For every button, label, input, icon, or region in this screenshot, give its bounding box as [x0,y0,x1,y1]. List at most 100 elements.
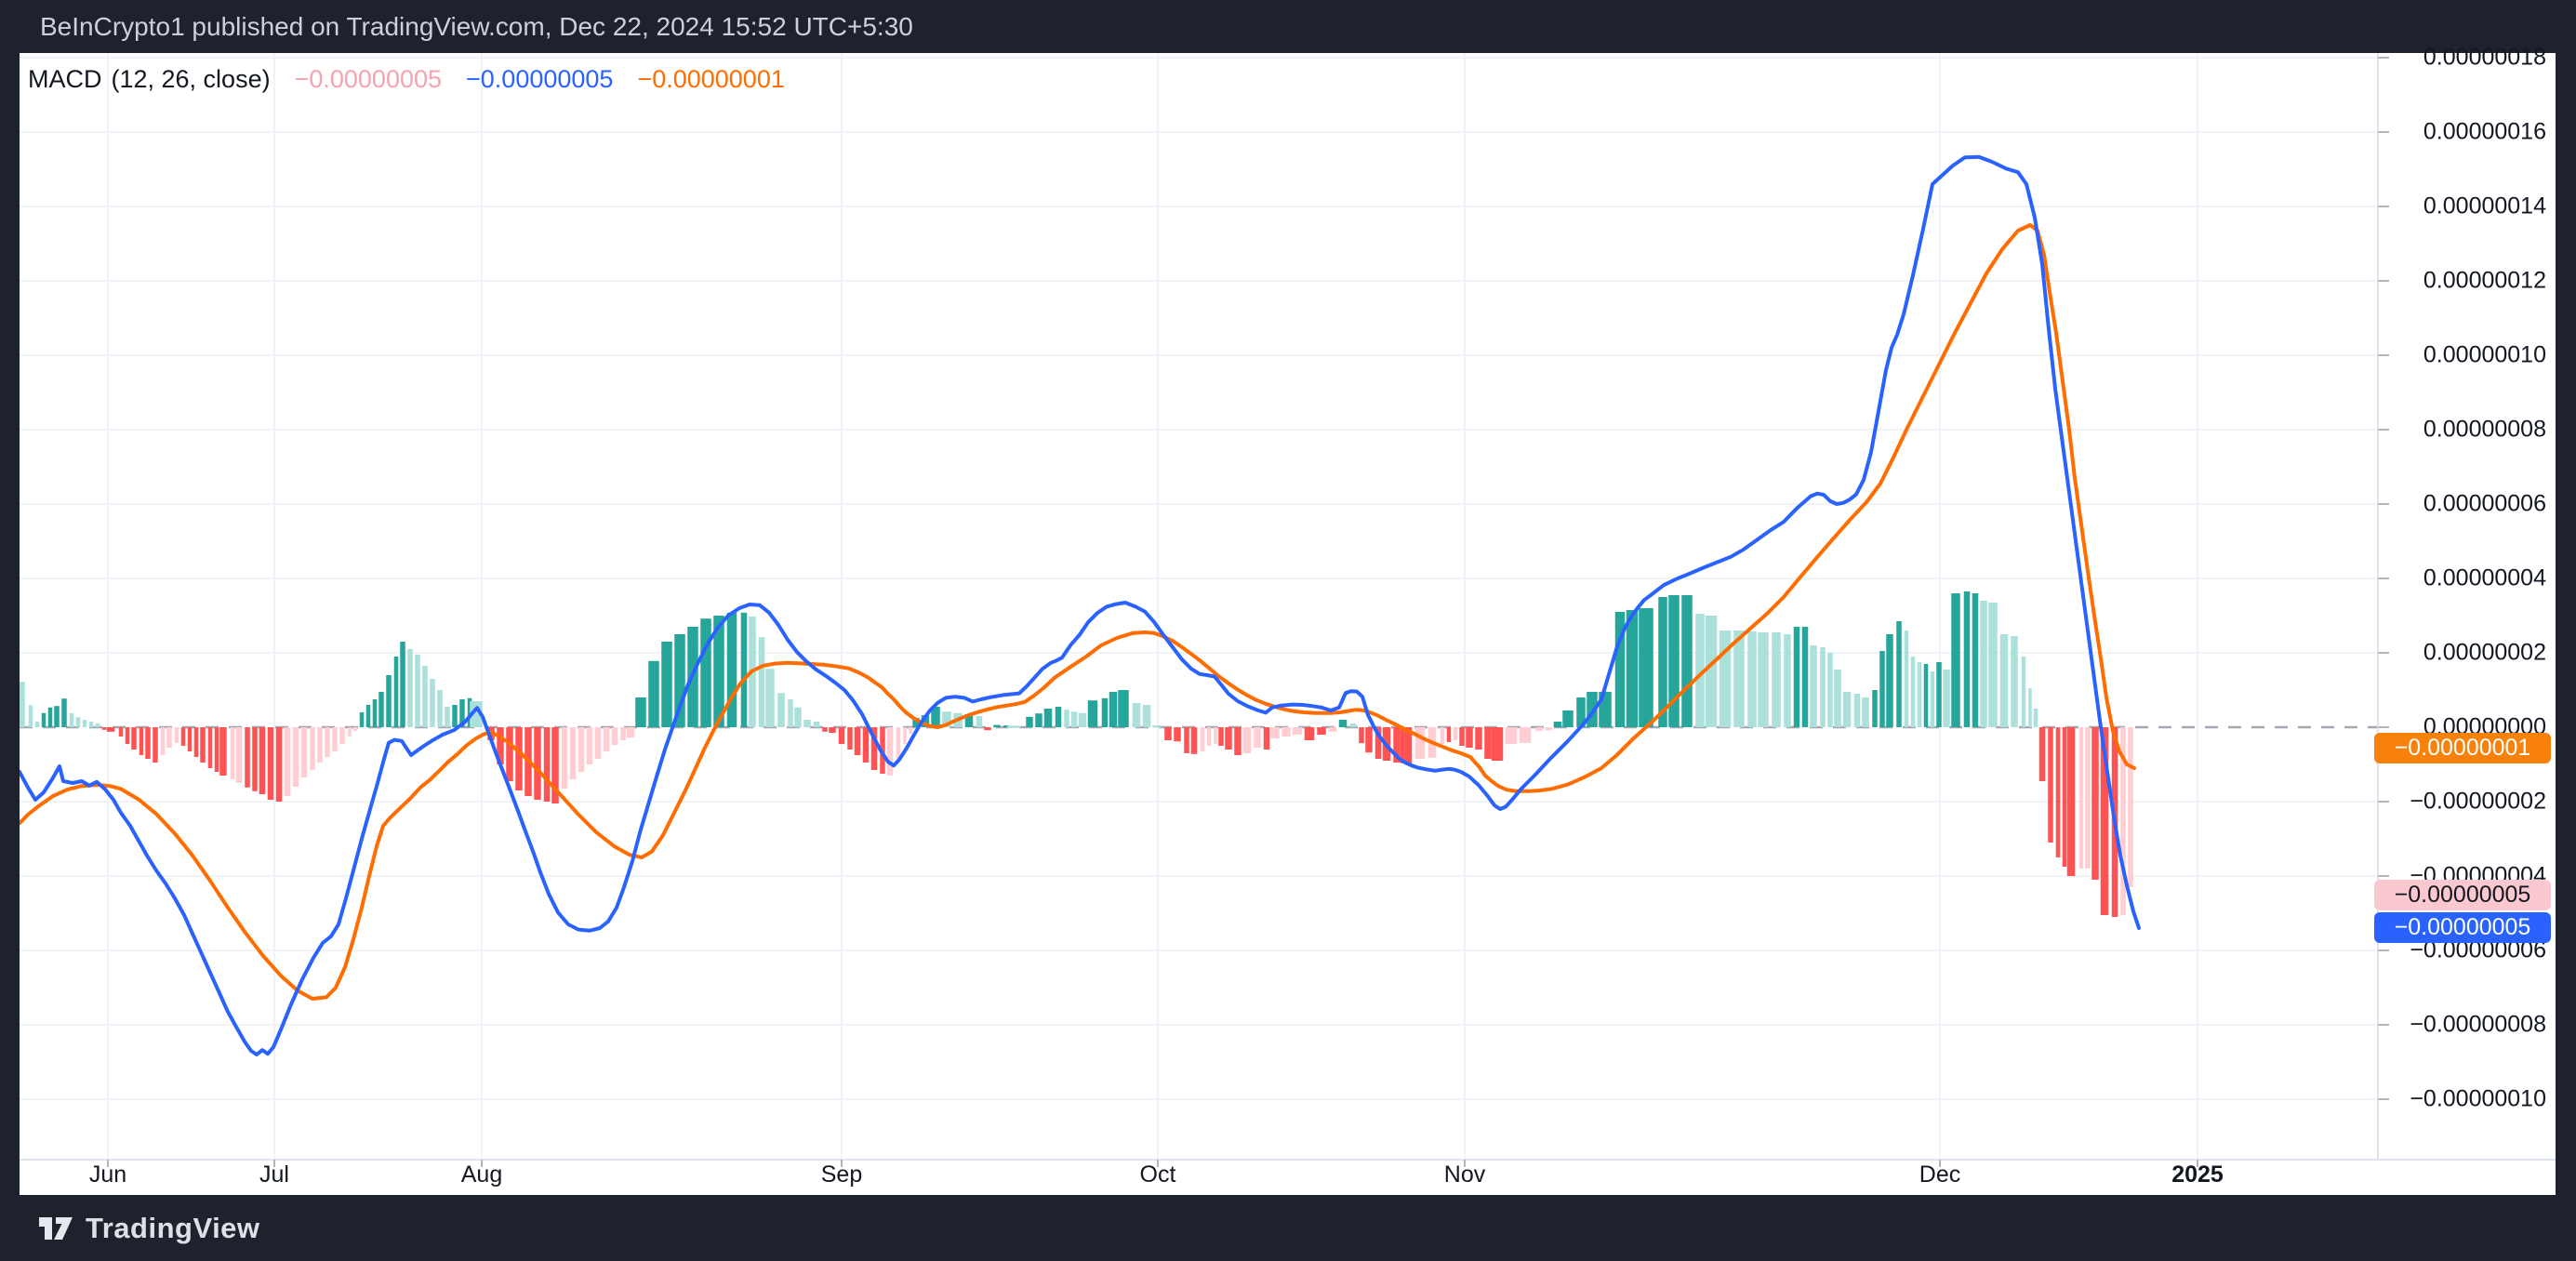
indicator-name: MACD [28,65,102,93]
histogram-bar [1492,727,1504,761]
histogram-bar [2128,727,2133,887]
histogram-bar [661,642,672,727]
histogram-bar [1911,657,1916,727]
histogram-bar [96,723,100,727]
histogram-bar [635,697,646,727]
histogram-bar [887,727,894,776]
histogram-bar [200,727,206,763]
histogram-bar [215,727,219,772]
histogram-bar [822,727,828,732]
histogram-bar [161,727,166,755]
histogram-bar [452,705,458,727]
histogram-bar [252,727,258,791]
legend-macd-value: −0.00000005 [466,65,613,93]
time-scale-label-dec: Dec [1919,1161,1960,1188]
histogram-bar [1681,595,1693,727]
histogram-bar [1143,705,1151,727]
histogram-bar [437,690,443,727]
signal-price-badge: −0.00000001 [2374,733,2551,763]
histogram-bar [1820,647,1826,727]
histogram-bar [1454,727,1458,740]
histogram-bar [386,675,392,727]
histogram-bar [544,727,551,802]
histogram-bar [984,727,991,730]
histogram-bar [896,727,901,759]
histogram-bar [1784,634,1791,727]
histogram-bar [1931,671,1935,727]
histogram-bar [20,682,25,727]
histogram-bar [415,655,420,727]
histogram-bar [909,727,912,734]
histogram-bar [194,727,199,757]
histogram-bar [236,727,243,783]
signal-line [20,225,2134,999]
tradingview-brand-link[interactable]: TradingView [37,1210,260,1247]
histogram-bar [407,649,413,727]
histogram-bar [1733,630,1745,727]
histogram-bar [903,727,907,744]
price-scale-label: 0.00000016 [2360,119,2546,146]
histogram-bar [70,713,74,727]
histogram-bar [2039,727,2046,781]
histogram-bar [1924,664,1929,727]
histogram-bar [102,727,107,730]
histogram-bar [2028,688,2032,727]
time-scale-label-aug: Aug [461,1161,502,1188]
histogram-bar [1720,630,1732,727]
histogram-bar [1152,725,1162,728]
histogram-bar [1174,727,1181,741]
histogram-bar [1668,595,1680,727]
histogram-bar [839,727,845,744]
histogram-bar [1365,727,1373,752]
histogram-bar [587,727,593,764]
histogram-bar [332,727,338,751]
histogram-bar [1758,632,1769,727]
histogram-bar [1102,698,1109,727]
histogram-bar [1071,711,1078,727]
histogram-bar [42,713,46,727]
histogram-bar [1184,727,1189,753]
histogram-bar [2011,636,2018,727]
histogram-bar [1936,662,1942,727]
histogram-bar [153,727,158,763]
histogram-bar [1339,720,1348,727]
histogram-bar [107,727,115,732]
price-scale-label: −0.00000010 [2360,1086,2546,1113]
histogram-bar [1810,645,1817,727]
histogram-bar [814,722,820,727]
histogram-bar [400,642,405,727]
histogram-bar [1415,727,1426,759]
histogram-bar [1118,690,1129,727]
histogram-bar [1872,690,1878,727]
histogram-bar [765,669,775,727]
histogram-bar [595,727,602,759]
histogram-bar [1918,662,1922,727]
histogram-bar [285,727,291,796]
histogram-bar [48,708,53,727]
histogram-bar [1562,710,1573,727]
histogram-bar [855,727,861,755]
histogram-bar [317,727,323,763]
histogram-bar [1747,631,1757,727]
histogram-bar [976,716,983,727]
histogram-bar [1827,653,1833,727]
histogram-bar [325,727,330,757]
histogram-bar [2067,727,2076,876]
histogram-bar [231,727,235,779]
histogram-bar [1064,710,1069,727]
price-scale-label: 0.00000012 [2360,268,2546,295]
histogram-bar [1772,632,1781,727]
histogram-bar [1639,608,1653,727]
histogram-bar [578,727,585,772]
price-scale-label: 0.00000018 [2360,45,2546,72]
histogram-bar [1834,670,1841,727]
tradingview-logo-icon [37,1210,74,1247]
histogram-bar [1317,727,1326,735]
histogram-bar [2085,727,2091,869]
histogram-bar [1520,727,1532,743]
histogram-bar [339,727,345,744]
histogram-bar [145,727,151,759]
tradingview-wordmark: TradingView [86,1212,260,1245]
time-scale-label-2025: 2025 [2171,1161,2224,1188]
histogram-bar [1862,697,1869,727]
